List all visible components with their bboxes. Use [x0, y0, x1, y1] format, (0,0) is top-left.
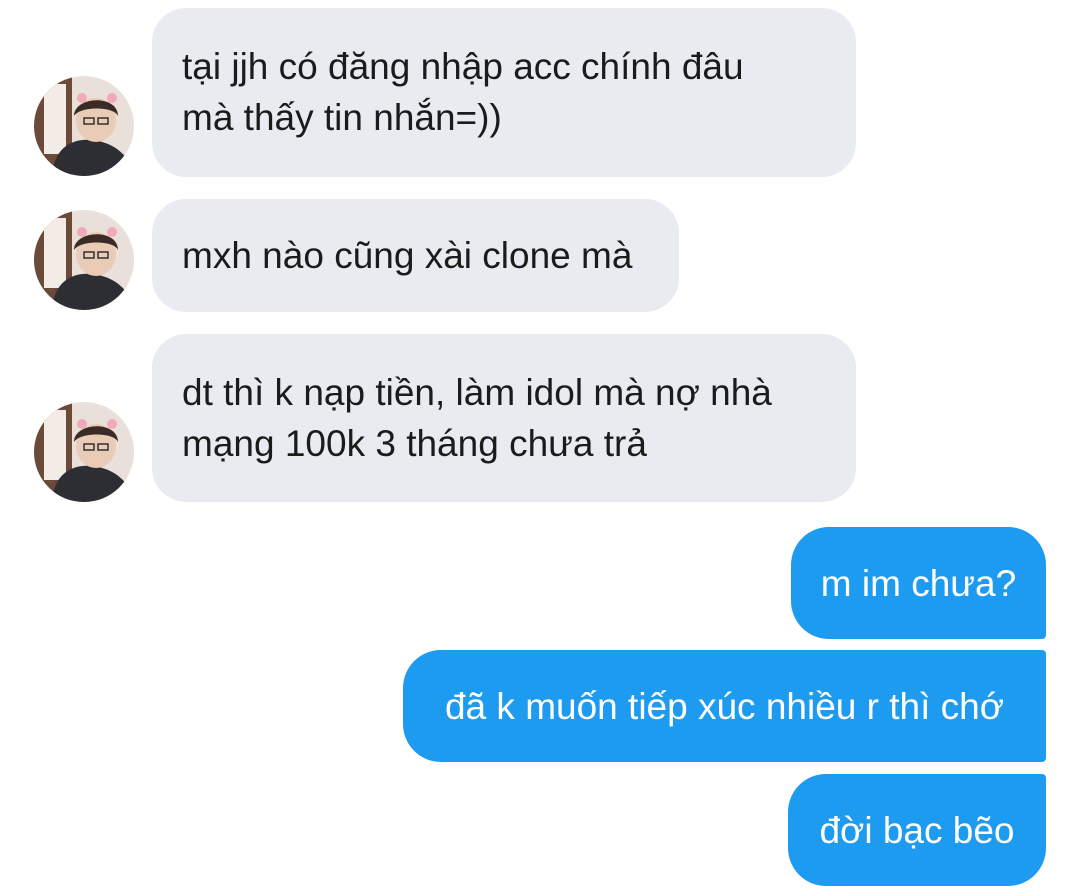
contact-avatar[interactable] — [34, 76, 134, 176]
outgoing-message[interactable]: m im chưa? — [791, 527, 1046, 639]
message-text-line: m im chưa? — [820, 563, 1017, 604]
message-text-line: đời bạc bẽo — [819, 810, 1015, 851]
incoming-message[interactable]: mxh nào cũng xài clone mà — [152, 199, 679, 312]
contact-avatar[interactable] — [34, 402, 134, 502]
message-text-line: dt thì k nạp tiền, làm idol mà nợ nhà — [182, 372, 772, 413]
message-text-line: đã k muốn tiếp xúc nhiều r thì chớ — [444, 686, 1004, 727]
message-text-line: mà thấy tin nhắn=)) — [182, 97, 502, 138]
message-text-line: tại jjh có đăng nhập acc chính đâu — [182, 46, 744, 87]
contact-avatar-photo-icon — [34, 76, 134, 176]
contact-avatar-photo-icon — [34, 210, 134, 310]
outgoing-message[interactable]: đời bạc bẽo — [788, 774, 1046, 886]
contact-avatar[interactable] — [34, 210, 134, 310]
message-text-line: mxh nào cũng xài clone mà — [182, 235, 633, 276]
incoming-message[interactable]: tại jjh có đăng nhập acc chính đâu mà th… — [152, 8, 856, 177]
message-text-line: mạng 100k 3 tháng chưa trả — [182, 423, 647, 464]
contact-avatar-photo-icon — [34, 402, 134, 502]
incoming-message[interactable]: dt thì k nạp tiền, làm idol mà nợ nhà mạ… — [152, 334, 856, 502]
outgoing-message[interactable]: đã k muốn tiếp xúc nhiều r thì chớ — [403, 650, 1046, 762]
